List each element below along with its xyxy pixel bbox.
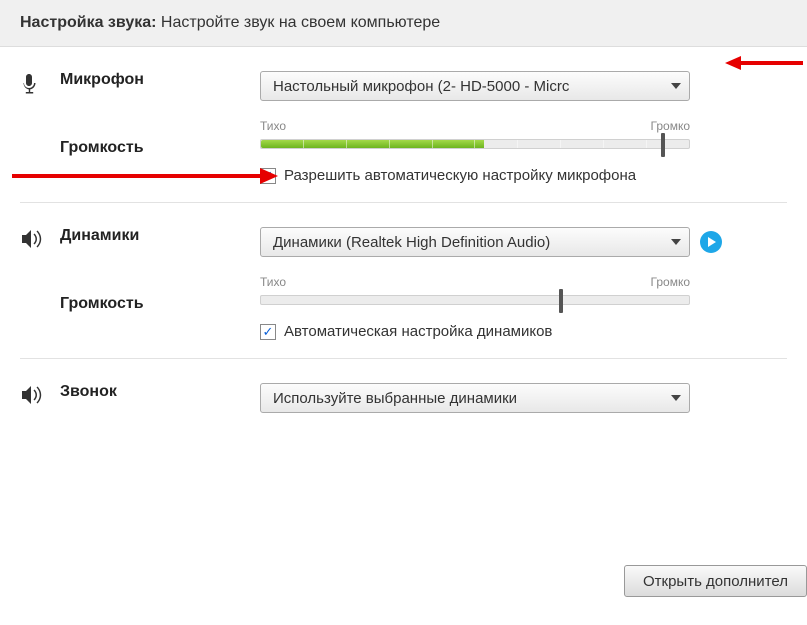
speakers-slider-low: Тихо xyxy=(260,275,286,289)
section-microphone: Микрофон Громкость Настольный микрофон (… xyxy=(20,47,787,203)
microphone-icon xyxy=(20,73,38,97)
header: Настройка звука: Настройте звук на своем… xyxy=(0,0,807,47)
mic-volume-label: Громкость xyxy=(60,139,260,157)
speakers-slider-high: Громко xyxy=(651,275,690,289)
play-test-sound-button[interactable] xyxy=(700,231,722,253)
open-additional-label: Открыть дополнител xyxy=(643,573,788,590)
speakers-dropdown-text: Динамики (Realtek High Definition Audio) xyxy=(273,234,550,251)
speakers-volume-slider[interactable] xyxy=(260,295,690,305)
open-additional-button[interactable]: Открыть дополнител xyxy=(624,565,807,597)
speakers-label: Динамики xyxy=(60,227,260,245)
header-title-bold: Настройка звука: xyxy=(20,14,156,31)
speakers-volume-label: Громкость xyxy=(60,295,260,313)
speakers-slider-thumb[interactable] xyxy=(559,289,563,313)
mic-dropdown-text: Настольный микрофон (2- HD-5000 - Micrc xyxy=(273,78,569,95)
mic-slider-low: Тихо xyxy=(260,119,286,133)
ring-dropdown-text: Используйте выбранные динамики xyxy=(273,390,517,407)
chevron-down-icon xyxy=(671,395,681,401)
speakers-auto-label: Автоматическая настройка динамиков xyxy=(284,323,552,340)
ring-label: Звонок xyxy=(60,383,260,401)
header-title-rest: Настройте звук на своем компьютере xyxy=(161,14,440,31)
chevron-down-icon xyxy=(671,83,681,89)
annotation-arrow-icon xyxy=(10,165,280,187)
ring-dropdown[interactable]: Используйте выбранные динамики xyxy=(260,383,690,413)
mic-dropdown[interactable]: Настольный микрофон (2- HD-5000 - Micrc xyxy=(260,71,690,101)
mic-auto-label: Разрешить автоматическую настройку микро… xyxy=(284,167,636,184)
mic-slider-high: Громко xyxy=(651,119,690,133)
annotation-arrow-icon xyxy=(725,53,805,73)
section-speakers: Динамики Громкость Динамики (Realtek Hig… xyxy=(20,203,787,359)
section-ring: Звонок Используйте выбранные динамики xyxy=(20,359,787,431)
chevron-down-icon xyxy=(671,239,681,245)
speaker-icon xyxy=(20,229,42,249)
speaker-icon xyxy=(20,385,42,405)
speakers-dropdown[interactable]: Динамики (Realtek High Definition Audio) xyxy=(260,227,690,257)
speakers-auto-checkbox[interactable]: ✓ xyxy=(260,324,276,340)
mic-auto-checkbox[interactable]: ✓ xyxy=(260,168,276,184)
mic-label: Микрофон xyxy=(60,71,260,89)
mic-slider-thumb[interactable] xyxy=(661,133,665,157)
mic-volume-slider[interactable] xyxy=(260,139,690,149)
